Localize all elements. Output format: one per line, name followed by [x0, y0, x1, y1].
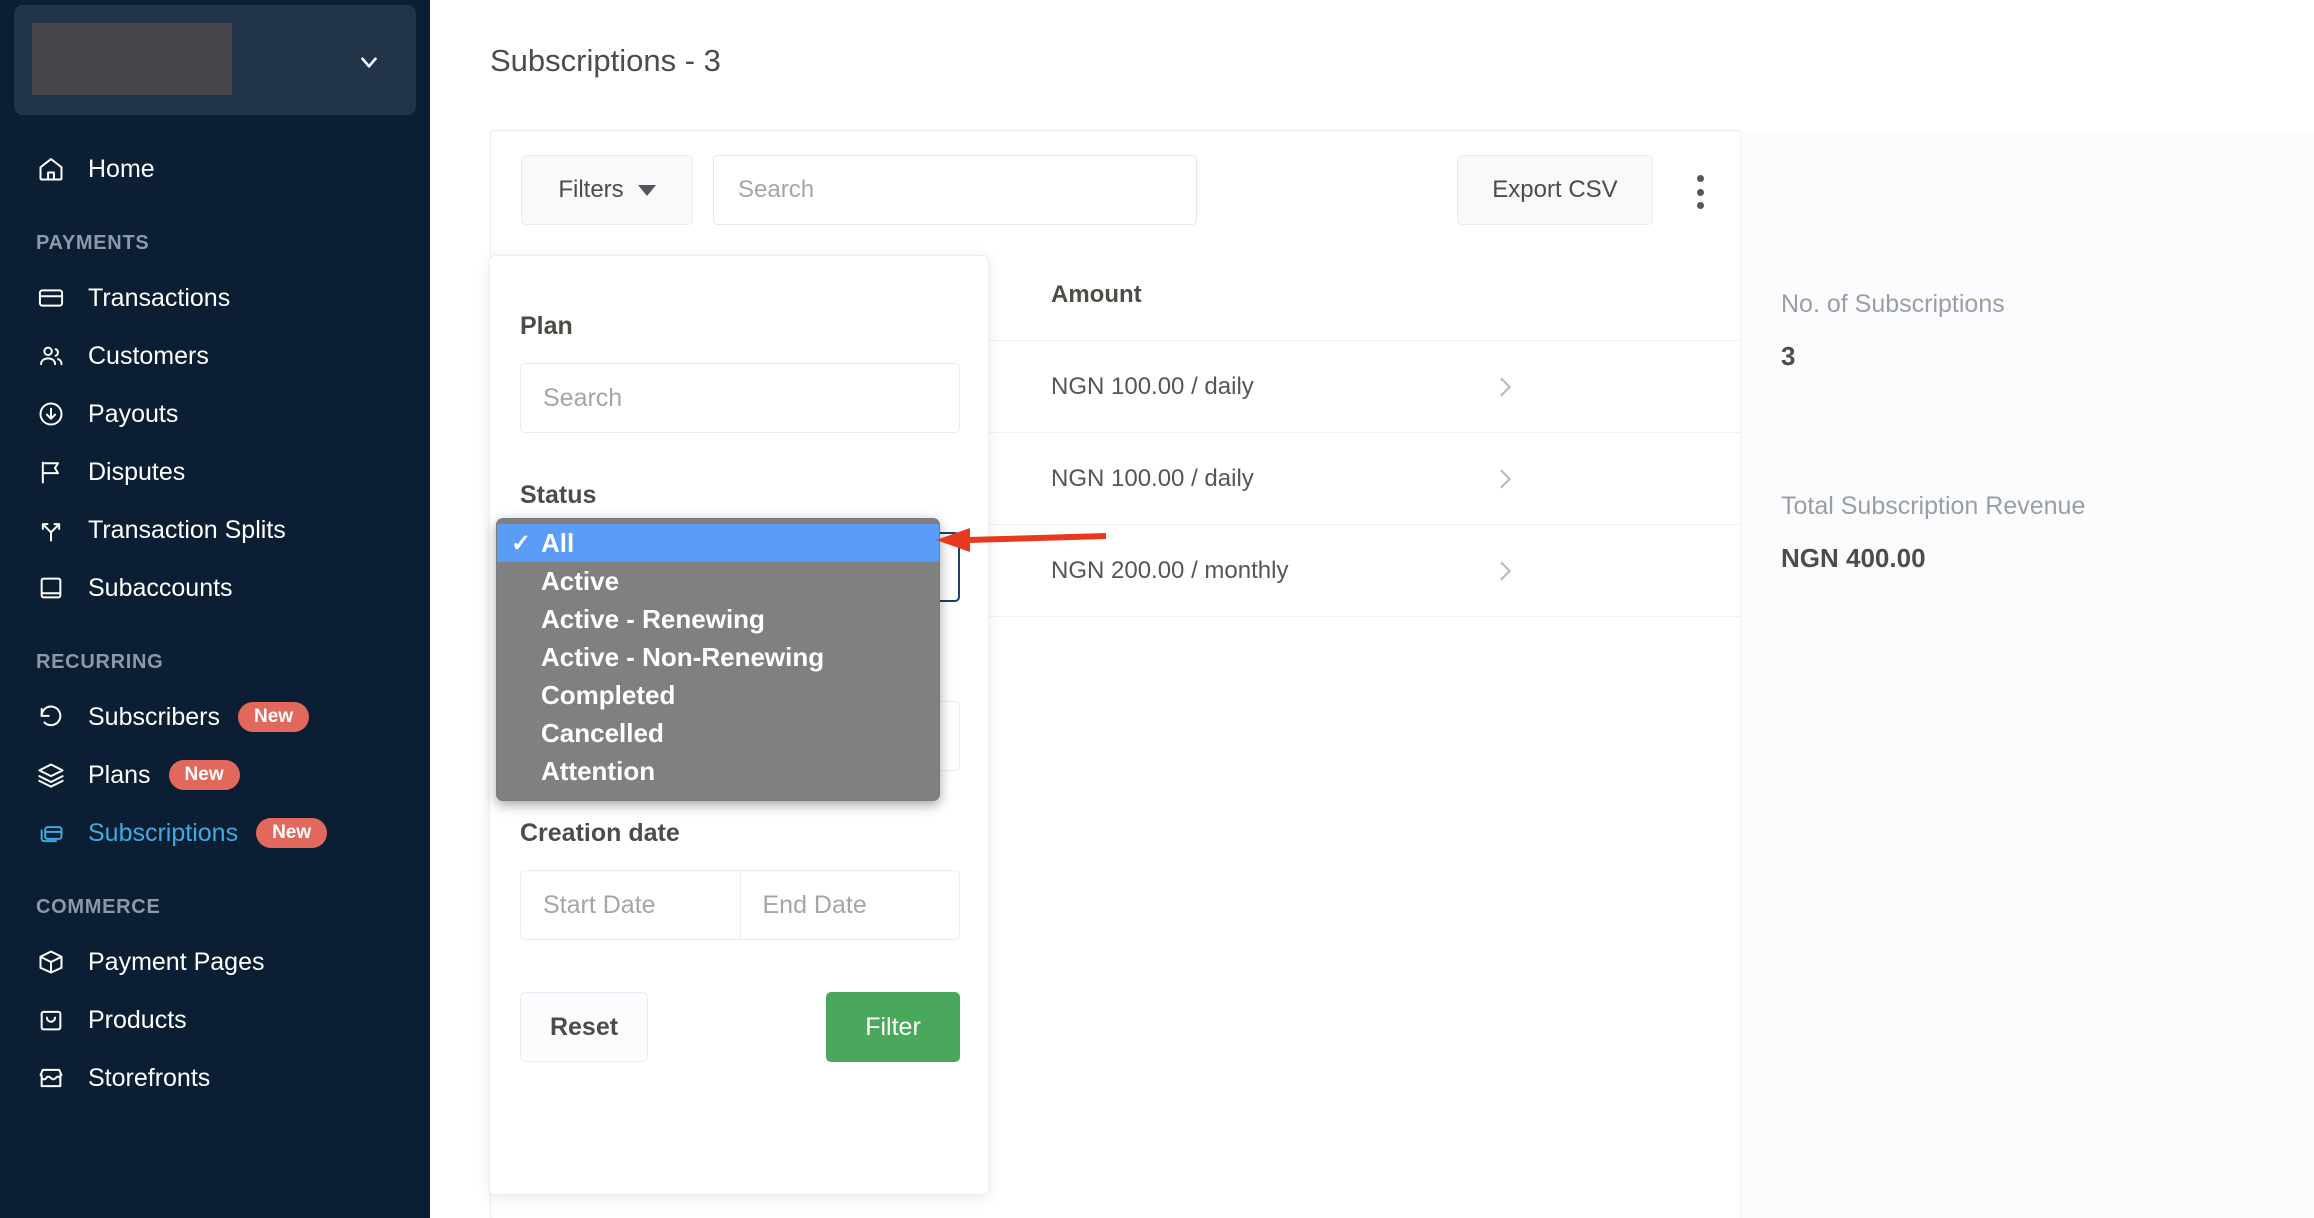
export-csv-button[interactable]: Export CSV: [1457, 155, 1653, 225]
sidebar-item-storefronts[interactable]: Storefronts: [0, 1049, 430, 1107]
filter-button[interactable]: Filter: [826, 992, 960, 1062]
more-options-icon[interactable]: [1685, 175, 1715, 209]
status-option-label: Cancelled: [541, 717, 664, 748]
filter-panel-actions: Reset Filter: [520, 992, 960, 1062]
sidebar-item-label: Home: [88, 154, 155, 183]
sidebar-item-home[interactable]: Home: [0, 140, 430, 198]
status-option-attention[interactable]: ✓ Attention: [497, 752, 939, 790]
cell-amount: NGN 100.00 / daily: [1051, 464, 1254, 492]
chevron-right-icon[interactable]: [1491, 557, 1761, 585]
sidebar-item-transactions[interactable]: Transactions: [0, 269, 430, 327]
box-icon: [36, 947, 66, 977]
sidebar-section-recurring: RECURRING: [36, 651, 164, 673]
status-label: Status: [520, 481, 597, 509]
bag-icon: [36, 1005, 66, 1035]
stat-value-revenue: NGN 400.00: [1781, 543, 1926, 573]
sidebar-item-payouts[interactable]: Payouts: [0, 385, 430, 443]
check-icon: ✓: [511, 529, 532, 557]
status-option-cancelled[interactable]: ✓ Cancelled: [497, 714, 939, 752]
status-option-label: Attention: [541, 755, 656, 786]
sidebar-item-label: Products: [88, 1005, 187, 1034]
sidebar-item-label: Transaction Splits: [88, 515, 286, 544]
home-icon: [36, 154, 66, 184]
plan-search-input[interactable]: Search: [520, 363, 960, 433]
split-icon: [36, 515, 66, 545]
badge-new: New: [168, 760, 240, 790]
sidebar-item-transaction-splits[interactable]: Transaction Splits: [0, 501, 430, 559]
sidebar-item-label: Subscribers: [88, 702, 220, 731]
sidebar-item-subaccounts[interactable]: Subaccounts: [0, 559, 430, 617]
status-option-completed[interactable]: ✓ Completed: [497, 676, 939, 714]
column-header-amount: Amount: [1051, 280, 1142, 308]
cards-stack-icon: [36, 818, 66, 848]
chevron-right-icon[interactable]: [1491, 465, 1761, 493]
sidebar-item-label: Transactions: [88, 283, 231, 312]
end-date-input[interactable]: End Date: [739, 871, 960, 939]
cell-amount: NGN 100.00 / daily: [1051, 372, 1254, 400]
status-option-label: Active - Non-Renewing: [541, 641, 825, 672]
stat-label-subscriptions: No. of Subscriptions: [1781, 290, 2005, 318]
arrow-down-circle-icon: [36, 399, 66, 429]
stat-value-subscriptions: 3: [1781, 341, 1796, 371]
stat-label-revenue: Total Subscription Revenue: [1781, 492, 2086, 520]
sidebar-item-label: Storefronts: [88, 1063, 211, 1092]
card-icon: [36, 283, 66, 313]
status-option-active-renewing[interactable]: ✓ Active - Renewing: [497, 600, 939, 638]
creation-date-range: Start Date End Date: [520, 870, 960, 940]
sidebar-item-customers[interactable]: Customers: [0, 327, 430, 385]
plan-label: Plan: [520, 312, 573, 340]
account-switcher[interactable]: [14, 5, 416, 115]
status-option-label: Active - Renewing: [541, 603, 765, 634]
filters-button[interactable]: Filters: [521, 155, 693, 225]
sidebar-item-subscribers[interactable]: Subscribers New: [0, 688, 430, 746]
status-option-all[interactable]: ✓ All: [497, 524, 939, 562]
sidebar-section-payments: PAYMENTS: [36, 232, 150, 254]
sidebar: Home PAYMENTS Transactions Customers Pay…: [0, 0, 430, 1218]
sidebar-item-label: Subscriptions: [88, 818, 239, 847]
flag-icon: [36, 457, 66, 487]
sidebar-item-label: Subaccounts: [88, 573, 233, 602]
chevron-down-icon[interactable]: [356, 49, 382, 75]
sidebar-item-label: Customers: [88, 341, 209, 370]
status-option-label: All: [541, 527, 575, 558]
sidebar-item-disputes[interactable]: Disputes: [0, 443, 430, 501]
sidebar-item-label: Disputes: [88, 457, 186, 486]
book-icon: [36, 573, 66, 603]
status-option-label: Completed: [541, 679, 676, 710]
sidebar-item-subscriptions[interactable]: Subscriptions New: [0, 804, 430, 862]
sidebar-item-plans[interactable]: Plans New: [0, 746, 430, 804]
sidebar-item-label: Payouts: [88, 399, 179, 428]
sidebar-item-label: Plans: [88, 760, 151, 789]
toolbar: Filters Search Export CSV: [491, 131, 1761, 249]
filters-button-label: Filters: [558, 176, 624, 203]
sidebar-item-products[interactable]: Products: [0, 991, 430, 1049]
start-date-input[interactable]: Start Date: [521, 871, 740, 939]
status-dropdown-list[interactable]: ✓ All ✓ Active ✓ Active - Renewing ✓ Act…: [496, 518, 940, 801]
sidebar-section-commerce: COMMERCE: [36, 896, 161, 918]
stats-panel: No. of Subscriptions 3 Total Subscriptio…: [1740, 130, 2314, 1218]
chevron-down-icon: [637, 184, 656, 196]
status-option-active-non-renewing[interactable]: ✓ Active - Non-Renewing: [497, 638, 939, 676]
cell-amount: NGN 200.00 / monthly: [1051, 556, 1289, 584]
users-icon: [36, 341, 66, 371]
creation-date-label: Creation date: [520, 819, 680, 847]
layers-icon: [36, 760, 66, 790]
page-title: Subscriptions - 3: [490, 43, 721, 78]
status-option-label: Active: [541, 565, 620, 596]
annotation-arrow-icon: [936, 528, 1107, 552]
badge-new: New: [238, 702, 310, 732]
storefront-icon: [36, 1063, 66, 1093]
badge-new: New: [256, 818, 328, 848]
sidebar-item-label: Payment Pages: [88, 947, 265, 976]
reset-button[interactable]: Reset: [520, 992, 648, 1062]
rotate-ccw-icon: [36, 702, 66, 732]
sidebar-item-payment-pages[interactable]: Payment Pages: [0, 933, 430, 991]
chevron-right-icon[interactable]: [1491, 373, 1761, 401]
status-option-active[interactable]: ✓ Active: [497, 562, 939, 600]
search-input[interactable]: Search: [713, 155, 1197, 225]
account-logo-redacted: [32, 23, 232, 95]
